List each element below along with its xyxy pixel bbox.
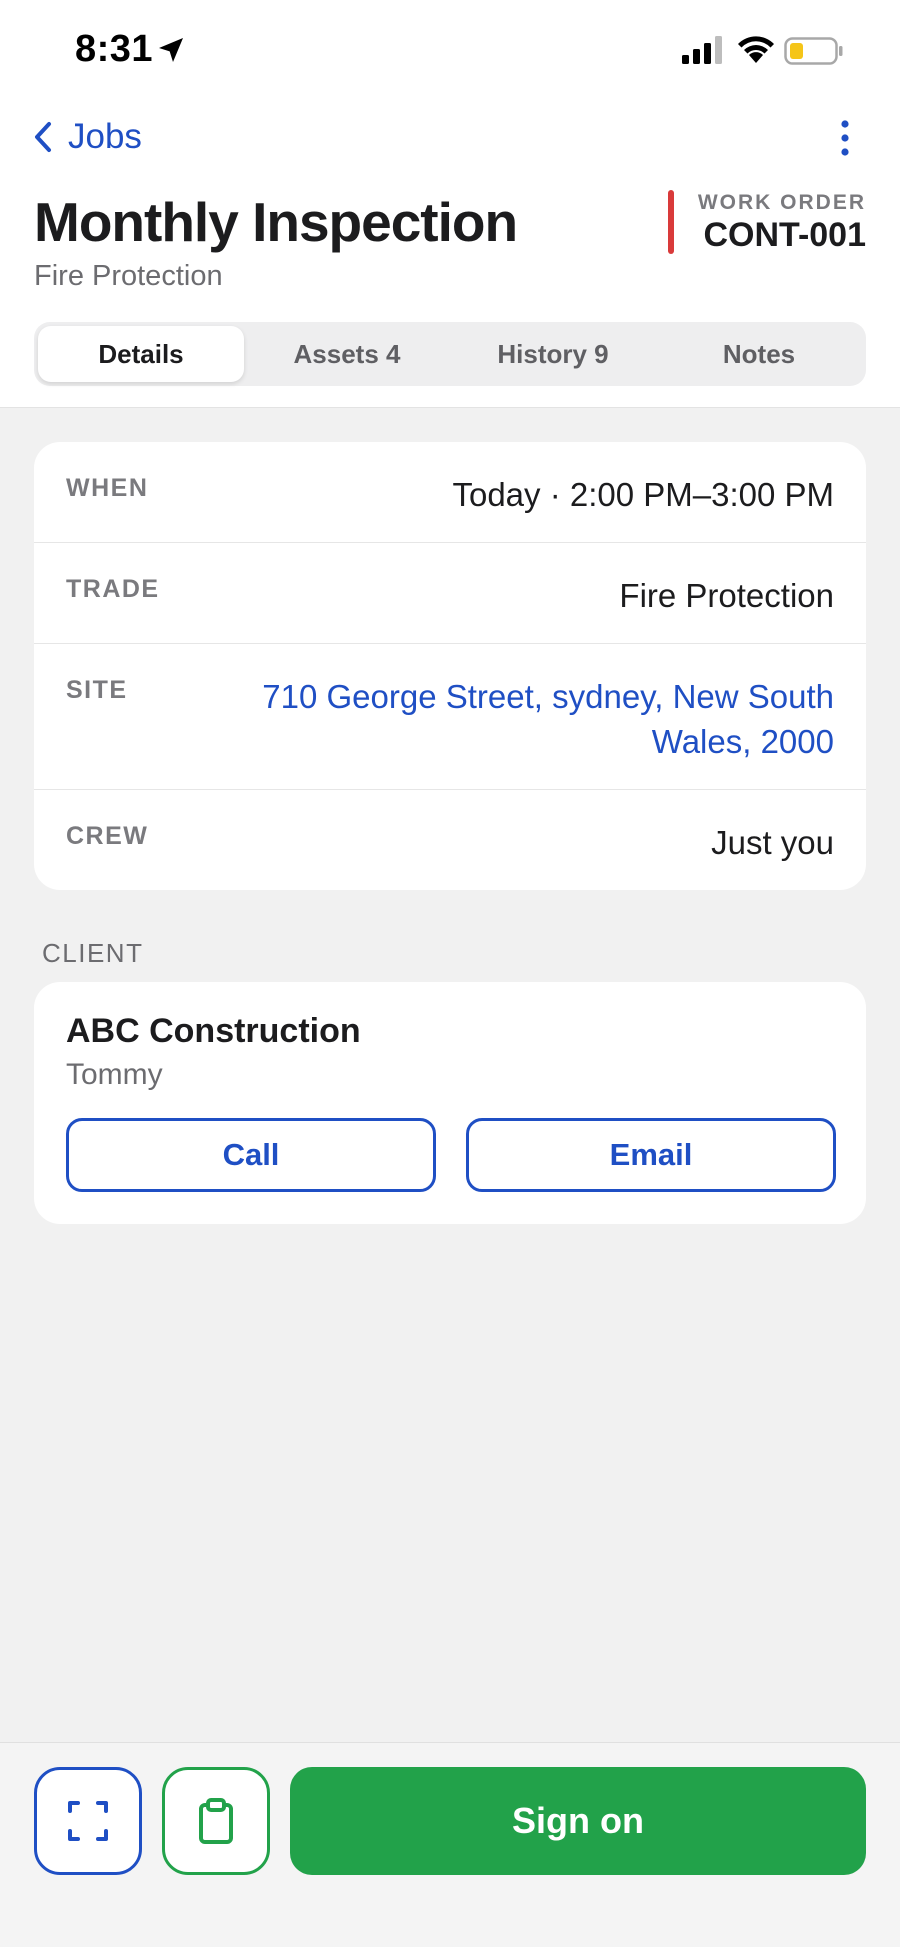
back-label: Jobs (68, 117, 142, 156)
detail-row-crew: CREW Just you (34, 789, 866, 890)
detail-row-site: SITE 710 George Street, sydney, New Sout… (34, 643, 866, 789)
page-subtitle: Fire Protection (34, 260, 223, 292)
scan-button[interactable] (34, 1767, 142, 1875)
detail-row-when: WHEN Today · 2:00 PM–3:00 PM (34, 442, 866, 542)
wifi-icon (738, 36, 774, 63)
clipboard-button[interactable] (162, 1767, 270, 1875)
detail-value: Fire Protection (619, 577, 834, 614)
page-title: Monthly Inspection (34, 191, 518, 253)
more-vertical-icon[interactable] (830, 118, 860, 158)
status-bar: 8:31 (0, 0, 900, 100)
client-section-label: CLIENT (42, 938, 144, 968)
tab-details[interactable]: Details (38, 326, 244, 382)
status-time: 8:31 (75, 28, 154, 70)
detail-value: Just you (711, 824, 834, 861)
back-button[interactable]: Jobs (32, 116, 142, 158)
client-name: ABC Construction (66, 1012, 361, 1050)
details-card: WHEN Today · 2:00 PM–3:00 PM TRADE Fire … (34, 442, 866, 890)
work-order-label: WORK ORDER (697, 191, 866, 214)
email-button[interactable]: Email (466, 1118, 836, 1192)
work-order-value: CONT-001 (703, 216, 867, 254)
detail-label: TRADE (66, 575, 160, 603)
call-button[interactable]: Call (66, 1118, 436, 1192)
bottom-action-bar: Sign on (0, 1742, 900, 1947)
scan-icon (68, 1801, 108, 1841)
detail-label: SITE (66, 676, 128, 704)
chevron-left-icon (35, 122, 51, 152)
header-area: 8:31 Jobs Monthly Inspection Fire Protec… (0, 0, 900, 408)
sign-on-button[interactable]: Sign on (290, 1767, 866, 1875)
tab-history[interactable]: History 9 (450, 326, 656, 382)
detail-label: CREW (66, 822, 149, 850)
tab-assets[interactable]: Assets 4 (244, 326, 450, 382)
client-contact: Tommy (66, 1058, 163, 1091)
detail-row-trade: TRADE Fire Protection (34, 542, 866, 643)
battery-icon (784, 37, 843, 65)
detail-label: WHEN (66, 474, 149, 502)
tab-notes[interactable]: Notes (656, 326, 862, 382)
detail-value: Today · 2:00 PM–3:00 PM (452, 476, 834, 513)
tab-bar: Details Assets 4 History 9 Notes (34, 322, 866, 386)
clipboard-icon (199, 1798, 233, 1844)
location-arrow-icon (159, 38, 183, 62)
site-address-link[interactable]: 710 George Street, sydney, New South Wal… (214, 674, 834, 764)
signal-icon (682, 36, 722, 64)
work-order-accent-bar (668, 190, 674, 254)
client-card: ABC Construction Tommy Call Email (34, 982, 866, 1224)
